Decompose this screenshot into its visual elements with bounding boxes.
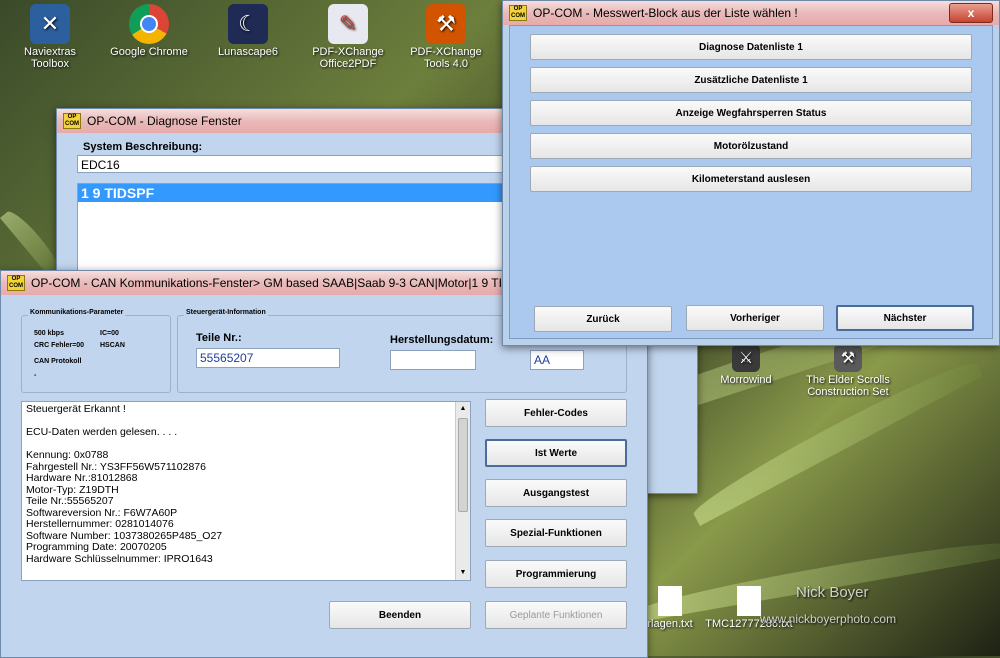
manufacture-date-label: Herstellungsdatum: [390, 334, 494, 346]
system-description-label: System Beschreibung: [83, 141, 203, 153]
opcom-app-icon: OP COM [63, 113, 81, 129]
log-line: Teile Nr.:55565207 [26, 495, 114, 507]
can-protocol-label: CAN Protokoll [34, 358, 82, 365]
window-title: OP-COM - Messwert-Block aus der Liste wä… [533, 6, 798, 20]
desktop-icon-morrowind[interactable]: ⚔ Morrowind [704, 344, 788, 386]
opcom-app-icon: OP COM [509, 5, 527, 21]
special-functions-button[interactable]: Spezial-Funktionen [485, 519, 627, 547]
group-label: Steuergerät-Information [184, 309, 268, 316]
desktop-icon-label: PDF-XChange Office2PDF [312, 46, 384, 70]
log-line: Herstellernummer: 0281014076 [26, 518, 174, 530]
measurement-item-3[interactable]: Anzeige Wegfahrsperren Status [530, 100, 972, 126]
desktop-icon-label: PDF-XChange Tools 4.0 [410, 46, 482, 70]
scroll-down-icon[interactable]: ▼ [456, 566, 470, 580]
desktop-icon-label: rlagen.txt [647, 618, 693, 630]
desktop-icon-chrome[interactable]: Google Chrome [107, 4, 191, 58]
crc-errors-value: CRC Fehler=00 [34, 342, 84, 349]
manufacture-date-field[interactable] [390, 350, 476, 370]
text-file-icon [737, 586, 761, 616]
measurement-block-window[interactable]: OP COM OP-COM - Messwert-Block aus der Li… [502, 0, 1000, 346]
list-item[interactable]: 1 9 TIDSPF [78, 184, 556, 202]
scroll-thumb[interactable] [458, 418, 468, 512]
measurement-item-1[interactable]: Diagnose Datenliste 1 [530, 34, 972, 60]
measurement-item-5[interactable]: Kilometerstand auslesen [530, 166, 972, 192]
log-line: Programming Date: 20070205 [26, 541, 167, 553]
game-icon: ⚔ [732, 344, 760, 372]
next-button[interactable]: Nächster [836, 305, 974, 331]
desktop-icon-pdf-office[interactable]: ✎ PDF-XChange Office2PDF [306, 4, 390, 70]
measurement-window-titlebar[interactable]: OP COM OP-COM - Messwert-Block aus der Li… [503, 1, 999, 25]
log-line: Kennung: 0x0788 [26, 449, 109, 461]
output-test-button[interactable]: Ausgangstest [485, 479, 627, 507]
back-button[interactable]: Zurück [534, 306, 672, 332]
desktop-icon-lunascape[interactable]: ☾ Lunascape6 [206, 4, 290, 58]
programming-button[interactable]: Programmierung [485, 560, 627, 588]
part-number-label: Teile Nr.: [196, 332, 242, 344]
construction-icon: ⚒ [834, 344, 862, 372]
actual-values-button[interactable]: Ist Werte [485, 439, 627, 467]
scroll-up-icon[interactable]: ▲ [456, 402, 470, 416]
log-line: Steuergerät Erkannt ! [26, 403, 126, 415]
desktop-icon-label: Morrowind [720, 374, 772, 386]
pdf-icon: ✎ [328, 4, 368, 44]
planned-functions-button: Geplante Funktionen [485, 601, 627, 629]
measurement-item-2[interactable]: Zusätzliche Datenliste 1 [530, 67, 972, 93]
chrome-icon [129, 4, 169, 44]
error-codes-button[interactable]: Fehler-Codes [485, 399, 627, 427]
communication-parameters-group: Kommunikations-Parameter 500 kbps IC=00 … [21, 309, 171, 393]
watermark-url: www.nickboyerphoto.com [760, 612, 897, 626]
desktop-icon-rlagen[interactable]: rlagen.txt [640, 586, 700, 630]
desktop-icon-label: Naviextras Toolbox [24, 46, 76, 70]
pdf-tools-icon: ⚒ [426, 4, 466, 44]
ecu-log-textbox[interactable]: Steuergerät Erkannt ! ECU-Daten werden g… [21, 401, 471, 581]
hscan-value: HSCAN [100, 342, 125, 349]
desktop-icon-label: The Elder Scrolls Construction Set [806, 374, 890, 398]
moon-icon: ☾ [228, 4, 268, 44]
baud-rate-value: 500 kbps [34, 330, 64, 337]
opcom-app-icon: OP COM [7, 275, 25, 291]
window-title: OP-COM - CAN Kommunikations-Fenster> GM … [31, 276, 534, 290]
close-button[interactable]: x [949, 3, 993, 23]
window-title: OP-COM - Diagnose Fenster [87, 114, 242, 128]
system-description-field[interactable]: EDC16 [77, 155, 557, 173]
log-line: ECU-Daten werden gelesen. . . . [26, 426, 178, 438]
can-protocol-value: - [34, 372, 37, 379]
watermark-name: Nick Boyer [796, 584, 869, 601]
desktop-icon-construction-set[interactable]: ⚒ The Elder Scrolls Construction Set [800, 344, 896, 398]
ic-value: IC=00 [100, 330, 119, 337]
group-label: Kommunikations-Parameter [28, 309, 126, 316]
system-list[interactable]: 1 9 TIDSPF [77, 183, 557, 273]
exit-button[interactable]: Beenden [329, 601, 471, 629]
desktop-icon-label: Lunascape6 [218, 46, 278, 58]
previous-button[interactable]: Vorheriger [686, 305, 824, 331]
desktop-icon-label: Google Chrome [110, 46, 188, 58]
desktop-icon-pdf-tools[interactable]: ⚒ PDF-XChange Tools 4.0 [404, 4, 488, 70]
globe-tool-icon: ✕ [30, 4, 70, 44]
desktop-icon-naviextras[interactable]: ✕ Naviextras Toolbox [8, 4, 92, 70]
log-lines: Steuergerät Erkannt ! ECU-Daten werden g… [26, 403, 466, 565]
measurement-item-4[interactable]: Motorölzustand [530, 133, 972, 159]
measurement-window-client: Diagnose Datenliste 1 Zusätzliche Datenl… [509, 25, 993, 339]
log-line: Hardware Schlüsselnummer: IPRO1643 [26, 552, 213, 565]
ecu-extra-field[interactable]: AA [530, 350, 584, 370]
part-number-field[interactable]: 55565207 [196, 348, 340, 368]
log-line: Hardware Nr.:81012868 [26, 472, 138, 484]
text-file-icon [658, 586, 682, 616]
log-scrollbar[interactable]: ▲ ▼ [455, 402, 470, 580]
can-window-client: Kommunikations-Parameter 500 kbps IC=00 … [1, 295, 647, 657]
